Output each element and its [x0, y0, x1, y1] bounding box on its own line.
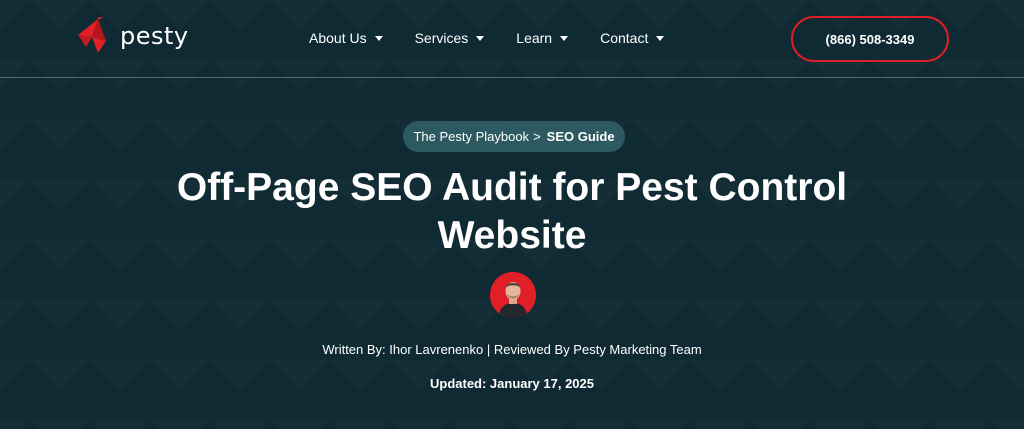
nav-item-label: About Us [309, 30, 367, 46]
chevron-down-icon [476, 35, 485, 41]
chevron-down-icon [560, 35, 569, 41]
author-byline: Written By: Ihor Lavrenenko | Reviewed B… [322, 342, 702, 357]
nav-item-services[interactable]: Services [415, 30, 485, 46]
nav-item-label: Contact [600, 30, 649, 46]
phone-number: (866) 508-3349 [825, 31, 915, 47]
breadcrumb: The Pesty Playbook > SEO Guide [403, 121, 625, 152]
nav-item-about-us[interactable]: About Us [309, 30, 383, 46]
breadcrumb-current[interactable]: SEO Guide [547, 129, 615, 144]
site-header: pesty About Us Services Learn Contact (8… [0, 0, 1024, 78]
page-title: Off-Page SEO Audit for Pest Control Webs… [0, 164, 1024, 260]
logo-text: pesty [120, 22, 189, 50]
nav-item-label: Learn [516, 30, 553, 46]
updated-date: Updated: January 17, 2025 [429, 376, 595, 391]
page-title-line-2: Website [437, 214, 587, 257]
breadcrumb-separator: > [533, 129, 541, 144]
pesty-logo-icon [76, 15, 112, 60]
author-avatar[interactable] [490, 272, 536, 318]
phone-button[interactable]: (866) 508-3349 [791, 16, 949, 62]
main-nav: About Us Services Learn Contact [309, 30, 665, 46]
breadcrumb-parent-link[interactable]: The Pesty Playbook [413, 129, 529, 144]
chevron-down-icon [656, 35, 665, 41]
chevron-down-icon [374, 35, 383, 41]
nav-item-learn[interactable]: Learn [516, 30, 569, 46]
nav-item-contact[interactable]: Contact [600, 30, 665, 46]
page-title-line-1: Off-Page SEO Audit for Pest Control [176, 166, 848, 209]
logo-link[interactable]: pesty [76, 15, 189, 60]
nav-item-label: Services [414, 30, 469, 46]
